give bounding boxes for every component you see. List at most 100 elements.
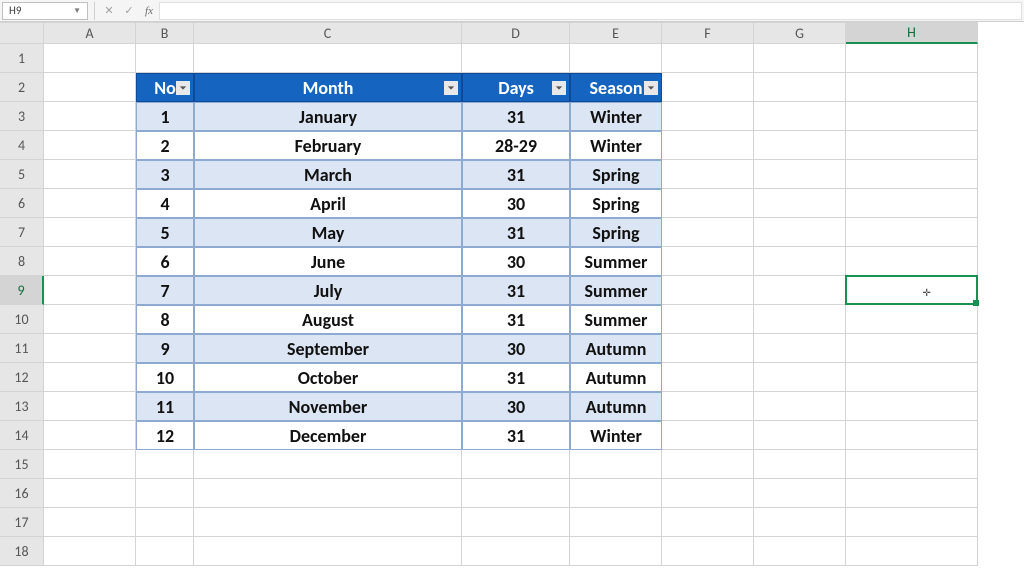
table-cell-no[interactable]: 2 (136, 131, 194, 160)
table-cell-season[interactable]: Autumn (570, 334, 662, 363)
cell-H13[interactable] (846, 392, 978, 421)
name-box[interactable]: H9 ▼ (2, 2, 88, 20)
table-cell-no[interactable]: 6 (136, 247, 194, 276)
cell-G10[interactable] (754, 305, 846, 334)
table-cell-month[interactable]: July (194, 276, 462, 305)
cell-F11[interactable] (662, 334, 754, 363)
cell-A3[interactable] (44, 102, 136, 131)
cell-H6[interactable] (846, 189, 978, 218)
table-cell-no[interactable]: 3 (136, 160, 194, 189)
table-cell-no[interactable]: 12 (136, 421, 194, 450)
cell-B16[interactable] (136, 479, 194, 508)
cell-F1[interactable] (662, 44, 754, 73)
cell-A1[interactable] (44, 44, 136, 73)
row-header-4[interactable]: 4 (0, 131, 44, 160)
table-cell-season[interactable]: Summer (570, 276, 662, 305)
table-cell-month[interactable]: September (194, 334, 462, 363)
cell-H1[interactable] (846, 44, 978, 73)
cell-F7[interactable] (662, 218, 754, 247)
cell-A11[interactable] (44, 334, 136, 363)
cell-A13[interactable] (44, 392, 136, 421)
row-header-6[interactable]: 6 (0, 189, 44, 218)
table-cell-month[interactable]: August (194, 305, 462, 334)
cell-F8[interactable] (662, 247, 754, 276)
enter-button[interactable]: ✓ (119, 2, 139, 20)
table-cell-season[interactable]: Spring (570, 160, 662, 189)
cell-H12[interactable] (846, 363, 978, 392)
cell-A18[interactable] (44, 537, 136, 566)
cell-C1[interactable] (194, 44, 462, 73)
cell-H3[interactable] (846, 102, 978, 131)
cell-G5[interactable] (754, 160, 846, 189)
table-cell-days[interactable]: 28-29 (462, 131, 570, 160)
cell-H9[interactable] (846, 276, 978, 305)
cell-H5[interactable] (846, 160, 978, 189)
table-cell-season[interactable]: Spring (570, 189, 662, 218)
cell-G2[interactable] (754, 73, 846, 102)
table-cell-days[interactable]: 31 (462, 363, 570, 392)
insert-function-button[interactable]: fx (139, 2, 159, 20)
cell-A8[interactable] (44, 247, 136, 276)
table-cell-days[interactable]: 31 (462, 421, 570, 450)
filter-dropdown-icon[interactable] (644, 81, 658, 95)
table-cell-month[interactable]: March (194, 160, 462, 189)
cell-C17[interactable] (194, 508, 462, 537)
table-header-month[interactable]: Month (194, 73, 462, 102)
cell-F17[interactable] (662, 508, 754, 537)
table-cell-season[interactable]: Spring (570, 218, 662, 247)
cell-G17[interactable] (754, 508, 846, 537)
table-cell-season[interactable]: Summer (570, 305, 662, 334)
cell-B1[interactable] (136, 44, 194, 73)
cell-H4[interactable] (846, 131, 978, 160)
cell-G11[interactable] (754, 334, 846, 363)
cell-A9[interactable] (44, 276, 136, 305)
column-header-E[interactable]: E (570, 22, 662, 44)
column-header-B[interactable]: B (136, 22, 194, 44)
cell-C18[interactable] (194, 537, 462, 566)
cell-B15[interactable] (136, 450, 194, 479)
cell-H8[interactable] (846, 247, 978, 276)
table-cell-season[interactable]: Autumn (570, 363, 662, 392)
table-cell-days[interactable]: 31 (462, 305, 570, 334)
cell-C15[interactable] (194, 450, 462, 479)
cell-D17[interactable] (462, 508, 570, 537)
table-cell-no[interactable]: 11 (136, 392, 194, 421)
cell-F13[interactable] (662, 392, 754, 421)
row-header-18[interactable]: 18 (0, 537, 44, 566)
cell-G8[interactable] (754, 247, 846, 276)
cell-F4[interactable] (662, 131, 754, 160)
cell-G18[interactable] (754, 537, 846, 566)
column-header-D[interactable]: D (462, 22, 570, 44)
column-header-C[interactable]: C (194, 22, 462, 44)
cell-F18[interactable] (662, 537, 754, 566)
row-header-5[interactable]: 5 (0, 160, 44, 189)
cell-E1[interactable] (570, 44, 662, 73)
table-cell-no[interactable]: 8 (136, 305, 194, 334)
table-cell-season[interactable]: Winter (570, 421, 662, 450)
filter-dropdown-icon[interactable] (176, 81, 190, 95)
table-cell-month[interactable]: October (194, 363, 462, 392)
cell-G7[interactable] (754, 218, 846, 247)
cell-E18[interactable] (570, 537, 662, 566)
cell-G6[interactable] (754, 189, 846, 218)
row-header-11[interactable]: 11 (0, 334, 44, 363)
cell-A6[interactable] (44, 189, 136, 218)
cell-F9[interactable] (662, 276, 754, 305)
cell-H15[interactable] (846, 450, 978, 479)
table-cell-no[interactable]: 10 (136, 363, 194, 392)
cell-F10[interactable] (662, 305, 754, 334)
cell-H14[interactable] (846, 421, 978, 450)
cell-A7[interactable] (44, 218, 136, 247)
cell-H16[interactable] (846, 479, 978, 508)
cell-F2[interactable] (662, 73, 754, 102)
cell-A10[interactable] (44, 305, 136, 334)
table-cell-no[interactable]: 1 (136, 102, 194, 131)
column-header-F[interactable]: F (662, 22, 754, 44)
table-cell-days[interactable]: 30 (462, 189, 570, 218)
row-header-1[interactable]: 1 (0, 44, 44, 73)
formula-input[interactable] (159, 2, 1022, 20)
table-cell-no[interactable]: 9 (136, 334, 194, 363)
table-cell-days[interactable]: 30 (462, 247, 570, 276)
cell-A17[interactable] (44, 508, 136, 537)
table-cell-days[interactable]: 31 (462, 218, 570, 247)
